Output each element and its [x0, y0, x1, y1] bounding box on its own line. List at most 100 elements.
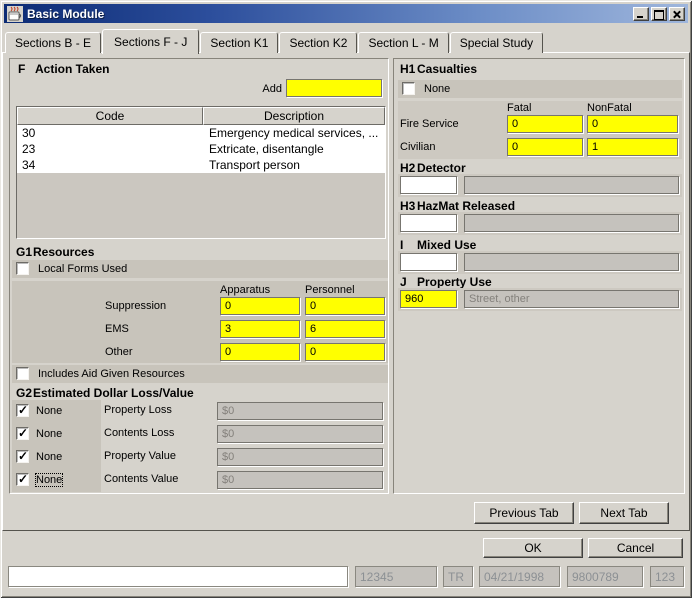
tab-special-study[interactable]: Special Study: [450, 32, 543, 53]
hazmat-code-input[interactable]: [400, 214, 457, 232]
casualties-none-checkbox[interactable]: [402, 82, 415, 95]
status-field-5[interactable]: [567, 566, 643, 587]
table-row[interactable]: 30 Emergency medical services, ...: [17, 125, 385, 141]
none-label: None: [36, 428, 62, 440]
contents-value-input[interactable]: [217, 471, 383, 489]
action-taken-table: Code Description 30 Emergency medical se…: [16, 106, 386, 239]
app-icon: [7, 6, 23, 22]
resources-grid: Apparatus Personnel Suppression EMS Othe…: [12, 281, 388, 363]
includes-aid-label: Includes Aid Given Resources: [38, 368, 185, 380]
action-taken-heading: FAction Taken: [18, 62, 109, 76]
property-value-input[interactable]: [217, 448, 383, 466]
contents-value-none-checkbox[interactable]: [16, 473, 29, 486]
add-input[interactable]: [286, 79, 382, 97]
status-field-6[interactable]: [650, 566, 684, 587]
local-forms-checkbox[interactable]: [16, 262, 29, 275]
dollar-loss-heading: G2Estimated Dollar Loss/Value: [16, 386, 194, 400]
table-header-row: Code Description: [17, 107, 385, 125]
property-value-none-checkbox[interactable]: [16, 450, 29, 463]
detector-code-input[interactable]: [400, 176, 457, 194]
other-apparatus-input[interactable]: [220, 343, 300, 361]
status-field-2[interactable]: [355, 566, 437, 587]
mixed-use-heading: IMixed Use: [400, 238, 476, 252]
table-header-code[interactable]: Code: [17, 107, 203, 125]
civilian-label: Civilian: [400, 141, 435, 153]
tab-section-l-m[interactable]: Section L - M: [358, 32, 448, 53]
hazmat-heading: H3HazMat Released: [400, 199, 515, 213]
property-use-code-input[interactable]: [400, 290, 457, 308]
property-use-description-input[interactable]: [464, 290, 679, 308]
personnel-header: Personnel: [305, 284, 355, 296]
right-group: H1Casualties None Fatal NonFatal Fire Se…: [393, 58, 685, 494]
contents-loss-label: Contents Loss: [104, 427, 174, 439]
hazmat-description-input[interactable]: [464, 214, 679, 232]
status-field-3[interactable]: [443, 566, 473, 587]
close-button[interactable]: [669, 7, 685, 21]
casualties-grid: Fatal NonFatal Fire Service Civilian: [398, 101, 682, 159]
civilian-fatal-input[interactable]: [507, 138, 583, 156]
other-label: Other: [105, 346, 133, 358]
contents-loss-none-checkbox[interactable]: [16, 427, 29, 440]
detector-heading: H2Detector: [400, 161, 466, 175]
apparatus-header: Apparatus: [220, 284, 270, 296]
tab-strip: Sections B - E Sections F - J Section K1…: [5, 28, 544, 53]
next-tab-button[interactable]: Next Tab: [579, 502, 669, 524]
detector-row: [398, 174, 682, 197]
mixed-use-description-input[interactable]: [464, 253, 679, 271]
mixed-use-row: [398, 251, 682, 274]
civilian-nonfatal-input[interactable]: [587, 138, 678, 156]
property-use-heading: JProperty Use: [400, 275, 492, 289]
property-loss-input[interactable]: [217, 402, 383, 420]
suppression-personnel-input[interactable]: [305, 297, 385, 315]
status-main-input[interactable]: [8, 566, 348, 587]
property-loss-none-checkbox[interactable]: [16, 404, 29, 417]
table-header-description[interactable]: Description: [203, 107, 385, 125]
mixed-use-code-input[interactable]: [400, 253, 457, 271]
fire-service-label: Fire Service: [400, 118, 459, 130]
tab-sections-f-j[interactable]: Sections F - J: [102, 29, 199, 54]
minimize-button[interactable]: [633, 7, 649, 21]
property-loss-row: None Property Loss: [10, 402, 388, 420]
window-title: Basic Module: [27, 7, 631, 21]
tab-panel: FAction Taken Add Code Description 30 Em…: [2, 52, 690, 531]
maximize-button[interactable]: [651, 7, 667, 21]
contents-loss-input[interactable]: [217, 425, 383, 443]
other-personnel-input[interactable]: [305, 343, 385, 361]
previous-tab-button[interactable]: Previous Tab: [474, 502, 574, 524]
local-forms-label: Local Forms Used: [38, 263, 127, 275]
resources-heading: G1Resources: [16, 245, 94, 259]
fire-service-fatal-input[interactable]: [507, 115, 583, 133]
fatal-header: Fatal: [507, 102, 531, 114]
detector-description-input[interactable]: [464, 176, 679, 194]
table-row[interactable]: 23 Extricate, disentangle: [17, 141, 385, 157]
ems-apparatus-input[interactable]: [220, 320, 300, 338]
none-label: None: [36, 405, 62, 417]
property-use-row: [398, 288, 682, 311]
property-value-label: Property Value: [104, 450, 176, 462]
casualties-none-label: None: [424, 83, 450, 95]
contents-value-row: None Contents Value: [10, 471, 388, 489]
contents-loss-row: None Contents Loss: [10, 425, 388, 443]
titlebar: Basic Module: [4, 4, 688, 23]
table-row[interactable]: 34 Transport person: [17, 157, 385, 173]
status-field-4[interactable]: [479, 566, 560, 587]
ems-personnel-input[interactable]: [305, 320, 385, 338]
ok-button[interactable]: OK: [483, 538, 583, 558]
suppression-label: Suppression: [105, 300, 166, 312]
includes-aid-checkbox[interactable]: [16, 367, 29, 380]
tab-section-k2[interactable]: Section K2: [279, 32, 357, 53]
includes-aid-strip: Includes Aid Given Resources: [12, 365, 388, 383]
tab-section-k1[interactable]: Section K1: [200, 32, 278, 53]
suppression-apparatus-input[interactable]: [220, 297, 300, 315]
tab-sections-b-e[interactable]: Sections B - E: [5, 32, 101, 53]
ems-label: EMS: [105, 323, 129, 335]
cancel-button[interactable]: Cancel: [588, 538, 683, 558]
local-forms-strip: Local Forms Used: [12, 260, 388, 278]
fire-service-nonfatal-input[interactable]: [587, 115, 678, 133]
none-label: None: [36, 474, 62, 486]
hazmat-row: [398, 212, 682, 235]
table-body: 30 Emergency medical services, ... 23 Ex…: [17, 125, 385, 173]
table-empty-area: [17, 173, 385, 238]
casualties-heading: H1Casualties: [400, 62, 477, 76]
casualties-none-strip: None: [398, 80, 682, 98]
